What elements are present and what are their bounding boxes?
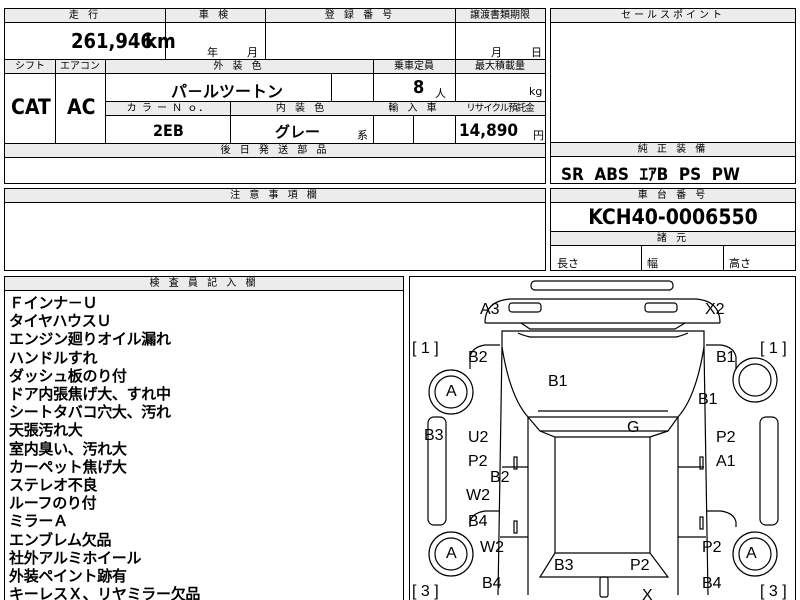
caution-box: 注 意 事 項 欄 — [4, 188, 546, 271]
damage-a-front-left: A — [446, 383, 457, 400]
shift-value: CAT — [11, 95, 51, 119]
equipment-value: SR ABS ｴｱB PS PW — [561, 165, 740, 185]
note-line: ハンドルすれ — [9, 348, 98, 367]
note-line: 室内臭い、汚れ大 — [9, 439, 127, 458]
damage-a-rear-right: A — [746, 545, 757, 562]
damage-b2-left: B2 — [468, 349, 488, 366]
damage-b4-rear-right: B4 — [702, 575, 722, 592]
damage-p2-rear: P2 — [630, 557, 650, 574]
aircon-header: エアコン — [55, 60, 105, 74]
note-line: 外装ペイント跡有 — [9, 567, 127, 586]
note-line: ステレオ不良 — [9, 476, 98, 495]
max-load-header: 最大積載量 — [455, 60, 545, 74]
inspector-notes: Ｆインナ－Ｕ タイヤハウスＵ エンジン廻りオイル漏れ ハンドルすれ ダッシュ板の… — [9, 294, 200, 600]
exterior-color-value: パ－ルツートン — [171, 82, 284, 101]
capacity-value: 8 — [413, 77, 425, 98]
damage-p2-right-top: P2 — [716, 429, 736, 446]
sales-point-box: セールスポイント — [550, 8, 796, 143]
mileage-unit: km — [145, 29, 176, 53]
transfer-month-label: 月 — [491, 46, 502, 59]
note-line: エンジン廻りオイル漏れ — [9, 330, 171, 349]
color-no-value: 2EB — [153, 121, 184, 140]
damage-p2-left: P2 — [468, 453, 488, 470]
note-line: ダッシュ板のり付 — [9, 366, 127, 385]
damage-a-rear-left: A — [446, 545, 457, 562]
damage-w2-left: W2 — [466, 487, 490, 504]
note-line: エンブレム欠品 — [9, 530, 112, 549]
chassis-header: 車 台 番 号 — [551, 189, 795, 203]
aircon-value: AC — [67, 95, 96, 119]
inspection-year-label: 年 — [207, 46, 218, 59]
import-header: 輸 入 車 — [373, 102, 455, 116]
vehicle-diagram-box: A3 X2 [ 1 ] [ 1 ] B2 B1 B1 A B1 B3 U2 G … — [409, 276, 796, 600]
caution-header: 注 意 事 項 欄 — [5, 189, 545, 203]
panel-bracket-right-3: [ 3 ] — [760, 583, 787, 600]
capacity-header: 乗車定員 — [373, 60, 455, 74]
damage-a1: A1 — [716, 453, 736, 470]
note-line: 社外アルミホイール — [9, 548, 142, 567]
note-line: タイヤハウスＵ — [9, 312, 112, 331]
inspection-header: 車 検 — [165, 9, 265, 23]
sales-point-header: セールスポイント — [551, 9, 795, 23]
interior-color-suffix: 系 — [357, 129, 368, 142]
note-line: ミラーＡ — [9, 512, 68, 531]
dimensions-header: 諸 元 — [551, 232, 795, 246]
chassis-number: KCH40-0006550 — [588, 205, 758, 229]
max-load-unit: kg — [529, 85, 543, 98]
transfer-day-label: 日 — [531, 46, 542, 59]
damage-b2-center: B2 — [490, 469, 510, 486]
note-line: 天張汚れ大 — [9, 421, 83, 440]
vehicle-info-block: 走 行 車 検 登 録 番 号 譲渡書類期限 261,946 km 年 月 月 … — [4, 8, 546, 184]
inspection-month-label: 月 — [247, 46, 258, 59]
color-no-header: カ ラ ー Ｎ ｏ． — [106, 102, 230, 116]
note-line: ドア内張焦げ大、すれ中 — [9, 385, 171, 404]
note-line: シートタバコ穴大、汚れ — [9, 403, 171, 422]
damage-b1-right: B1 — [698, 391, 718, 408]
damage-b1-hood: B1 — [548, 373, 568, 390]
registration-header: 登 録 番 号 — [265, 9, 455, 23]
damage-w2-left-low: W2 — [480, 539, 504, 556]
interior-color-value: グレー — [275, 123, 321, 141]
mileage-header: 走 行 — [5, 9, 165, 23]
damage-x2: X2 — [705, 301, 725, 318]
panel-bracket-left-3: [ 3 ] — [412, 583, 439, 600]
width-label: 幅 — [647, 257, 658, 270]
mileage-value: 261,946 — [71, 29, 153, 53]
height-label: 高さ — [729, 257, 751, 270]
length-label: 長さ — [557, 257, 579, 270]
equipment-header: 純 正 装 備 — [551, 143, 795, 157]
note-line: Ｆインナ－Ｕ — [9, 294, 98, 312]
note-line: キーレスＸ、リヤミラー欠品 — [9, 585, 201, 600]
panel-bracket-left-1: [ 1 ] — [412, 340, 439, 357]
interior-color-header: 内 装 色 — [230, 102, 373, 116]
inspector-header: 検 査 員 記 入 欄 — [5, 277, 403, 291]
inspector-box: 検 査 員 記 入 欄 Ｆインナ－Ｕ タイヤハウスＵ エンジン廻りオイル漏れ ハ… — [4, 276, 404, 600]
transfer-deadline-header: 譲渡書類期限 — [455, 9, 545, 23]
damage-b1-right-top: B1 — [716, 349, 736, 366]
damage-x-rear: X — [642, 587, 653, 600]
recycle-value: 14,890 — [459, 121, 519, 141]
capacity-unit: 人 — [435, 87, 446, 100]
damage-b4-rear-left: B4 — [482, 575, 502, 592]
damage-b3-left: B3 — [424, 427, 444, 444]
later-parts-header: 後 日 発 送 部 品 — [5, 144, 545, 158]
damage-g: G — [627, 419, 640, 436]
panel-bracket-right-1: [ 1 ] — [760, 340, 787, 357]
note-line: カーペット焦げ大 — [9, 457, 127, 476]
chassis-box: 車 台 番 号 KCH40-0006550 諸 元 長さ 幅 高さ — [550, 188, 796, 271]
damage-p2-right-low: P2 — [702, 539, 722, 556]
recycle-header: リサイクル預託金 — [455, 102, 545, 116]
damage-a3: A3 — [480, 301, 500, 318]
damage-b3-rear: B3 — [554, 557, 574, 574]
damage-u2: U2 — [468, 429, 489, 446]
equipment-box: 純 正 装 備 SR ABS ｴｱB PS PW — [550, 142, 796, 185]
shift-header: シフト — [5, 60, 55, 74]
damage-b4-left: B4 — [468, 513, 488, 530]
exterior-color-header: 外 装 色 — [105, 60, 373, 74]
recycle-unit: 円 — [533, 129, 544, 142]
note-line: ルーフのり付 — [9, 494, 97, 513]
